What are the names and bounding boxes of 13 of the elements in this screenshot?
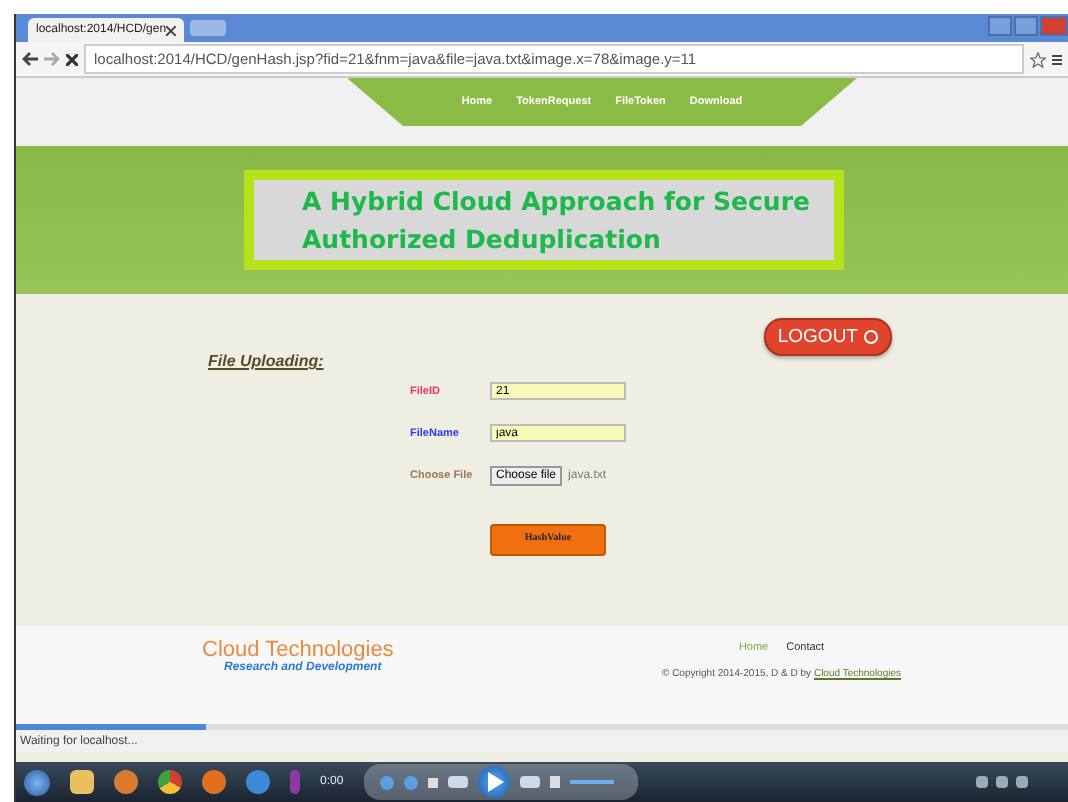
start-icon[interactable]	[24, 769, 50, 795]
play-button[interactable]	[477, 766, 510, 798]
close-icon[interactable]	[166, 25, 176, 35]
star-icon[interactable]	[1030, 51, 1046, 67]
back-icon[interactable]	[22, 52, 38, 66]
page-title: A Hybrid Cloud Approach for Secure Authorized Deduplication	[254, 180, 834, 260]
menu-icon[interactable]	[1052, 53, 1062, 65]
stop-icon[interactable]	[66, 53, 78, 65]
section-heading: File Uploading:	[208, 352, 324, 370]
logout-button[interactable]: LOGOUT	[763, 318, 892, 356]
close-icon	[864, 330, 878, 344]
brand-name: Cloud Technologies	[202, 638, 396, 662]
folder-icon[interactable]	[70, 770, 94, 794]
